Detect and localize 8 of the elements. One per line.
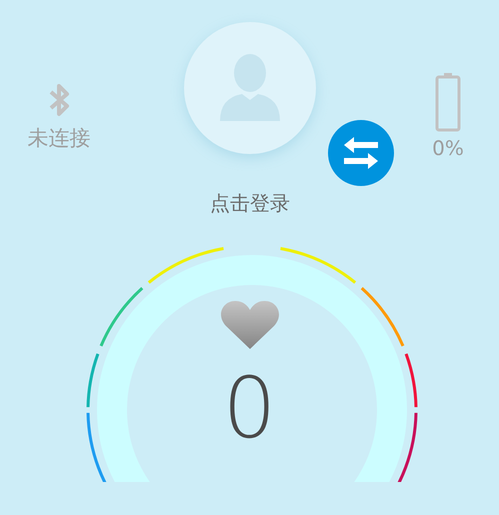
connection-status: 未连接 xyxy=(28,126,90,152)
swap-arrows-icon xyxy=(342,136,380,170)
battery-icon xyxy=(435,72,461,132)
person-icon xyxy=(220,54,280,122)
heart-rate-value: 0 xyxy=(222,366,276,450)
login-link[interactable]: 点击登录 xyxy=(210,188,290,218)
battery-percentage: 0% xyxy=(432,136,464,160)
heart-icon xyxy=(220,300,278,350)
